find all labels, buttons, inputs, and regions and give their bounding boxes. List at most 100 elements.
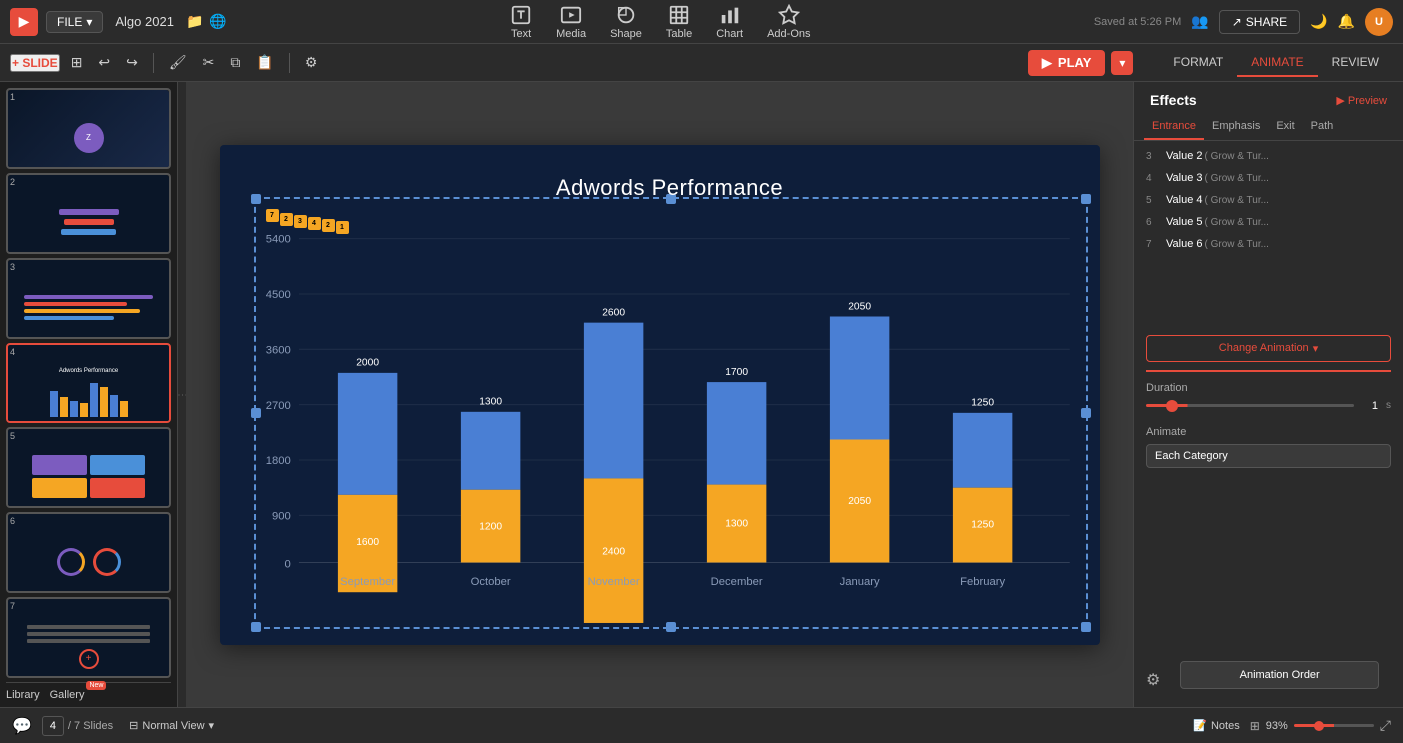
theme-toggle-icon[interactable]: 🌙 (1310, 13, 1327, 30)
view-icon: ⊟ (129, 719, 138, 732)
bar-oct-yellow-label: 1200 (479, 521, 502, 532)
bar-feb-blue (952, 412, 1011, 487)
effect-item-1[interactable]: 3 Value 2 ( Grow & Tur... (1134, 145, 1403, 167)
view-mode-label: Normal View (142, 720, 204, 732)
play-button[interactable]: ▶ PLAY (1028, 50, 1105, 76)
people-icon[interactable]: 👥 (1191, 13, 1208, 30)
play-label: PLAY (1058, 55, 1091, 70)
change-animation-button[interactable]: Change Animation ▾ (1146, 335, 1391, 362)
undo-button[interactable]: ↩ (93, 52, 115, 73)
anim-badge-2b: 2 (322, 219, 335, 232)
y-label-2700: 2700 (265, 399, 290, 411)
slide-thumb-6[interactable]: 6 (6, 512, 171, 593)
toolbar-text[interactable]: Text (510, 4, 532, 40)
save-status: Saved at 5:26 PM (1094, 16, 1181, 28)
duration-slider[interactable] (1146, 404, 1354, 407)
settings-icon-button[interactable]: ⚙ (300, 52, 323, 73)
slide-num-6: 6 (10, 516, 15, 526)
page-indicator: / 7 Slides (42, 716, 113, 736)
title-icons: 📁 🌐 (186, 13, 227, 30)
page-number-input[interactable] (42, 716, 64, 736)
change-animation-label: Change Animation (1219, 342, 1309, 354)
toggle-panel-button[interactable]: ⊞ (66, 52, 88, 73)
tab-exit[interactable]: Exit (1268, 114, 1302, 140)
settings-icon-right[interactable]: ⚙ (1146, 670, 1160, 690)
tab-path[interactable]: Path (1303, 114, 1342, 140)
bar-oct-blue-label: 1300 (479, 396, 502, 407)
redo-button[interactable]: ↪ (121, 52, 143, 73)
bar-jan-blue (829, 316, 888, 439)
zoom-area: ⊞ 93% ⤢ (1250, 717, 1391, 734)
cut-button[interactable]: ✂ (198, 52, 220, 73)
effect-name-1: Value 2 (1166, 150, 1203, 162)
toolbar-chart[interactable]: Chart (716, 4, 743, 40)
panel-resizer[interactable]: ⋮ (178, 82, 186, 707)
effect-item-4[interactable]: 6 Value 5 ( Grow & Tur... (1134, 211, 1403, 233)
chart-title: Adwords Performance (260, 175, 1080, 201)
y-label-5400: 5400 (265, 233, 290, 245)
x-label-jan: January (839, 576, 879, 588)
slide-canvas[interactable]: 7 2 3 4 2 1 Adwords Performance 5400 450… (220, 145, 1100, 645)
bar-dec-blue (706, 382, 765, 485)
gallery-button[interactable]: Gallery New (50, 689, 85, 701)
animation-order-button[interactable]: Animation Order (1180, 661, 1379, 689)
tab-entrance[interactable]: Entrance (1144, 114, 1204, 140)
chart-svg: 5400 4500 3600 2700 1800 900 0 (260, 211, 1080, 627)
chart-label: Chart (716, 28, 743, 40)
notifications-icon[interactable]: 🔔 (1338, 13, 1355, 30)
file-menu-button[interactable]: FILE ▾ (46, 11, 103, 33)
tab-animate[interactable]: ANIMATE (1237, 49, 1317, 77)
slide-thumb-5[interactable]: 5 (6, 427, 171, 508)
preview-button[interactable]: ▶ Preview (1336, 94, 1387, 107)
user-avatar[interactable]: U (1365, 8, 1393, 36)
notes-button[interactable]: 📝 Notes (1193, 719, 1239, 732)
thumb2-bar3 (61, 229, 116, 235)
toolbar-table[interactable]: Table (666, 4, 692, 40)
thumb4-chart (50, 377, 128, 417)
app-title: Algo 2021 (115, 14, 174, 29)
play-dropdown-button[interactable]: ▾ (1111, 51, 1133, 75)
bar-jan-blue-label: 2050 (848, 301, 871, 312)
right-panel: Effects ▶ Preview Entrance Emphasis Exit… (1133, 82, 1403, 707)
animate-select[interactable]: Each Category All At Once By Series (1146, 444, 1391, 468)
toolbar-shape[interactable]: Shape (610, 4, 642, 40)
view-mode-select[interactable]: ⊟ Normal View ▾ (129, 719, 214, 732)
toolbar-addons[interactable]: Add-Ons (767, 4, 810, 40)
tab-review[interactable]: REVIEW (1318, 49, 1393, 77)
canvas-area[interactable]: 7 2 3 4 2 1 Adwords Performance 5400 450… (186, 82, 1133, 707)
tab-format[interactable]: FORMAT (1159, 49, 1237, 77)
effect-item-5[interactable]: 7 Value 6 ( Grow & Tur... (1134, 233, 1403, 255)
media-label: Media (556, 28, 586, 40)
add-slide-button[interactable]: + SLIDE (10, 54, 60, 72)
effect-name-3: Value 4 (1166, 194, 1203, 206)
tab-emphasis[interactable]: Emphasis (1204, 114, 1268, 140)
effect-num-1: 3 (1146, 151, 1162, 162)
copy-button[interactable]: ⧉ (225, 52, 245, 73)
slide-thumb-3[interactable]: 3 (6, 258, 171, 339)
slide-thumb-1[interactable]: 1 Z (6, 88, 171, 169)
effect-item-2[interactable]: 4 Value 3 ( Grow & Tur... (1134, 167, 1403, 189)
library-button[interactable]: Library (6, 689, 40, 701)
share-button[interactable]: ↗ SHARE (1219, 10, 1300, 34)
zoom-slider[interactable] (1294, 724, 1374, 727)
bar-feb-blue-label: 1250 (971, 397, 994, 408)
thumb7-row1 (27, 625, 149, 629)
paint-button[interactable]: 🖌 (164, 52, 192, 73)
fit-to-screen-icon[interactable]: ⤢ (1380, 717, 1391, 734)
slide-thumb-4[interactable]: 4 Adwords Performance (6, 343, 171, 424)
notes-icon: 📝 (1193, 719, 1207, 732)
folder-icon[interactable]: 📁 (186, 13, 203, 30)
chat-icon[interactable]: 💬 (12, 716, 32, 736)
duration-section: Duration 1 s (1134, 372, 1403, 418)
chevron-down-icon: ▾ (1313, 342, 1319, 355)
slide-thumb-2[interactable]: 2 (6, 173, 171, 254)
slide-thumb-7[interactable]: 7 + (6, 597, 171, 678)
bar-dec-blue-label: 1700 (725, 366, 748, 377)
paste-button[interactable]: 📋 (251, 52, 278, 73)
globe-icon[interactable]: 🌐 (209, 13, 226, 30)
slide-num-1: 1 (10, 92, 15, 102)
addons-icon (778, 4, 800, 26)
effect-item-3[interactable]: 5 Value 4 ( Grow & Tur... (1134, 189, 1403, 211)
toolbar-media[interactable]: Media (556, 4, 586, 40)
shape-label: Shape (610, 28, 642, 40)
